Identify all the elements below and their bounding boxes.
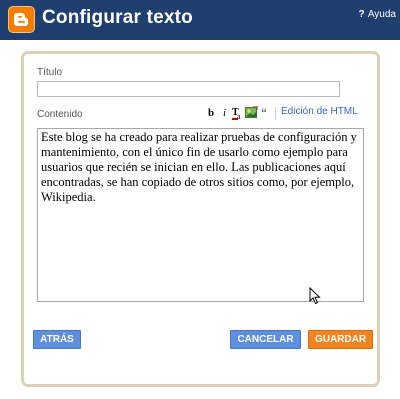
text-color-icon[interactable]: T a [232,106,244,125]
title-input[interactable] [37,81,340,97]
blogger-logo-icon [8,6,35,33]
header-bar: Configurar texto ? Ayuda [0,0,400,40]
insert-image-icon[interactable] [245,105,259,124]
mouse-pointer-icon [309,287,321,305]
content-editor[interactable]: Este blog se ha creado para realizar pru… [37,128,364,302]
title-label: Título [37,67,63,78]
help-link[interactable]: ? Ayuda [358,9,396,20]
back-button[interactable]: ATRÁS [33,330,81,349]
help-label: Ayuda [367,9,396,20]
toolbar-divider [275,107,276,119]
edit-html-link[interactable]: Edición de HTML [281,106,358,117]
page-title: Configurar texto [42,7,193,28]
save-button[interactable]: GUARDAR [308,330,373,349]
quote-icon[interactable]: “ [261,105,267,121]
italic-button[interactable]: i [223,105,226,121]
edit-text-panel: Título Contenido b i T a “ Edición de HT… [21,51,380,387]
bold-button[interactable]: b [208,105,214,121]
help-icon: ? [358,9,365,20]
cancel-button[interactable]: CANCELAR [230,330,301,349]
editor-toolbar: b i T a “ Edición de HTML [24,105,383,121]
